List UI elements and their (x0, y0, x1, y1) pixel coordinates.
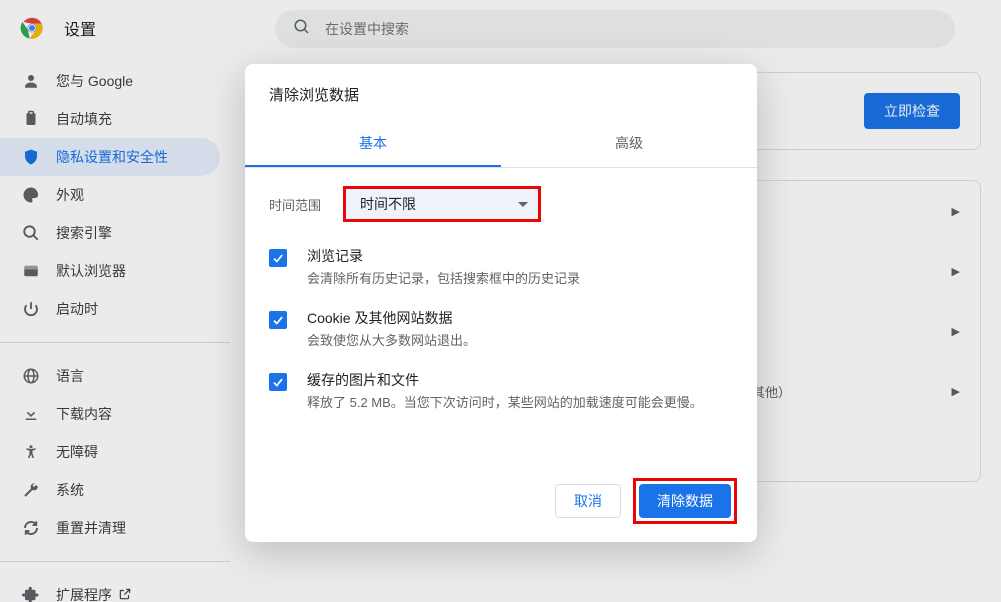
checkbox-cache[interactable] (269, 373, 287, 391)
clear-button-highlight: 清除数据 (633, 478, 737, 524)
time-range-row: 时间范围 时间不限 (245, 168, 757, 236)
dialog-title: 清除浏览数据 (245, 64, 757, 117)
cache-title: 缓存的图片和文件 (307, 370, 703, 390)
history-desc: 会清除所有历史记录，包括搜索框中的历史记录 (307, 270, 580, 288)
tab-advanced[interactable]: 高级 (501, 121, 757, 167)
time-range-select[interactable]: 时间不限 (343, 186, 541, 222)
history-title: 浏览记录 (307, 246, 580, 266)
checkbox-row-cache[interactable]: 缓存的图片和文件 释放了 5.2 MB。当您下次访问时，某些网站的加载速度可能会… (245, 360, 757, 422)
checkbox-row-history[interactable]: 浏览记录 会清除所有历史记录，包括搜索框中的历史记录 (245, 236, 757, 298)
checkbox-row-cookies[interactable]: Cookie 及其他网站数据 会致使您从大多数网站退出。 (245, 298, 757, 360)
dialog-actions: 取消 清除数据 (245, 466, 757, 542)
time-range-label: 时间范围 (269, 195, 343, 214)
cookies-desc: 会致使您从大多数网站退出。 (307, 332, 476, 350)
clear-data-button[interactable]: 清除数据 (639, 484, 731, 518)
dialog-tabs: 基本 高级 (245, 121, 757, 168)
checkbox-cookies[interactable] (269, 311, 287, 329)
cache-desc: 释放了 5.2 MB。当您下次访问时，某些网站的加载速度可能会更慢。 (307, 394, 703, 412)
clear-browsing-data-dialog: 清除浏览数据 基本 高级 时间范围 时间不限 浏览记录 会清除所有历史记录，包括… (245, 64, 757, 542)
time-range-value: 时间不限 (360, 194, 416, 214)
tab-basic[interactable]: 基本 (245, 121, 501, 167)
cancel-button[interactable]: 取消 (555, 484, 621, 518)
cookies-title: Cookie 及其他网站数据 (307, 308, 476, 328)
chevron-down-icon (518, 202, 528, 207)
checkbox-history[interactable] (269, 249, 287, 267)
